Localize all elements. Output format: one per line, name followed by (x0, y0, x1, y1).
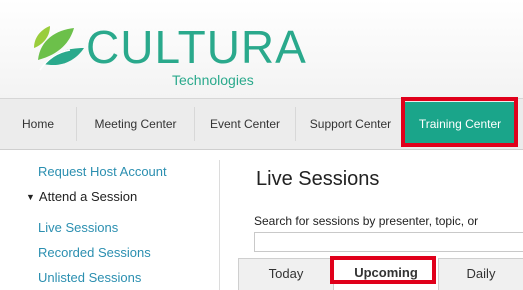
cultura-logo[interactable]: CULTURA Technologies (22, 10, 306, 90)
highlight-box-upcoming (330, 256, 436, 284)
leaf-logo-icon (34, 26, 84, 71)
caret-down-icon: ▼ (26, 192, 35, 202)
search-input[interactable] (254, 232, 523, 252)
attend-session-heading[interactable]: ▼ Attend a Session (26, 189, 137, 204)
nav-meeting-center[interactable]: Meeting Center (77, 99, 194, 149)
tab-today[interactable]: Today (239, 259, 333, 289)
highlight-box-training-center (401, 97, 518, 147)
search-label: Search for sessions by presenter, topic,… (254, 214, 479, 228)
nav-support-center[interactable]: Support Center (296, 99, 405, 149)
page-title: Live Sessions (256, 168, 380, 190)
brand-tagline: Technologies (172, 72, 254, 88)
sidebar: Request Host Account ▼ Attend a Session L… (0, 150, 220, 290)
tab-daily[interactable]: Daily (439, 259, 523, 289)
attend-session-label: Attend a Session (38, 189, 138, 204)
sidebar-item-live-sessions[interactable]: Live Sessions (38, 220, 118, 235)
header: CULTURA Technologies (0, 0, 523, 98)
brand-name: CULTURA (86, 21, 307, 73)
request-host-account-link[interactable]: Request Host Account (38, 164, 167, 179)
nav-event-center[interactable]: Event Center (195, 99, 295, 149)
sidebar-item-recorded-sessions[interactable]: Recorded Sessions (38, 245, 151, 260)
sidebar-item-unlisted-sessions[interactable]: Unlisted Sessions (38, 270, 141, 285)
sidebar-divider (219, 160, 220, 290)
nav-home[interactable]: Home (0, 99, 76, 149)
